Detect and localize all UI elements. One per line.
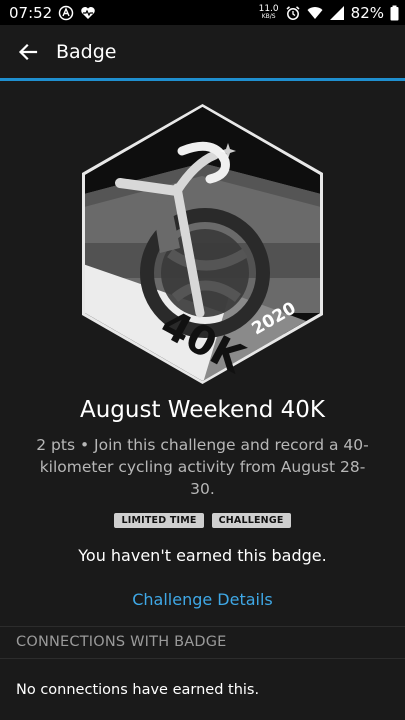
status-right: 11.0 KB/S 82% <box>259 4 405 22</box>
divider <box>0 626 405 627</box>
earned-status-message: You haven't earned this badge. <box>78 546 327 565</box>
badge-tags: LIMITED TIME CHALLENGE <box>0 513 405 528</box>
alarm-icon <box>285 5 301 21</box>
connections-empty-message: No connections have earned this. <box>16 682 260 698</box>
screen: 07:52 11.0 KB/S 82% Badge 40K 2020 Augus… <box>0 0 405 720</box>
cell-signal-icon <box>329 5 345 21</box>
badge-image: 40K 2020 <box>80 103 325 385</box>
page-title: Badge <box>56 40 117 63</box>
tag-limited-time: LIMITED TIME <box>114 513 204 528</box>
heart-rate-icon <box>80 5 96 21</box>
status-time: 07:52 <box>9 3 53 22</box>
status-left: 07:52 <box>0 4 96 22</box>
battery-icon <box>390 5 399 21</box>
app-bar: Badge <box>0 25 405 78</box>
battery-percent: 82% <box>350 3 384 22</box>
challenge-details-link[interactable]: Challenge Details <box>0 590 405 609</box>
app-bar-accent-line <box>0 78 405 81</box>
badge-title: August Weekend 40K <box>80 397 325 423</box>
running-app-icon <box>58 5 74 21</box>
back-button[interactable] <box>0 25 56 78</box>
divider <box>0 658 405 659</box>
connections-section-header: CONNECTIONS WITH BADGE <box>16 634 227 650</box>
arrow-back-icon <box>18 43 38 60</box>
tag-challenge: CHALLENGE <box>211 513 291 528</box>
network-speed-unit: KB/S <box>261 12 276 20</box>
badge-description: 2 pts • Join this challenge and record a… <box>36 436 369 498</box>
status-bar: 07:52 11.0 KB/S 82% <box>0 0 405 25</box>
network-speed-value: 11.0 <box>258 3 279 14</box>
wifi-icon <box>307 5 323 21</box>
network-speed: 11.0 KB/S <box>258 3 279 21</box>
